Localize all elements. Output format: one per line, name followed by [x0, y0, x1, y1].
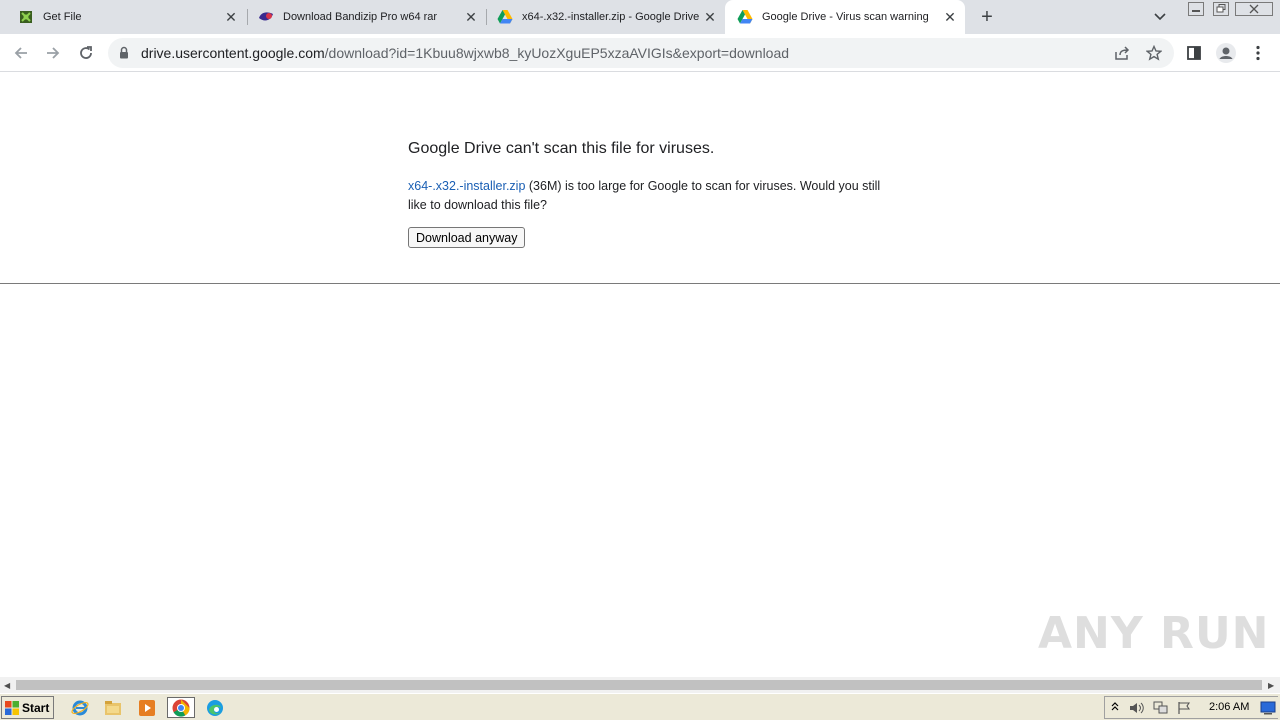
- address-bar[interactable]: drive.usercontent.google.com/download?id…: [108, 38, 1174, 68]
- tab-title: Get File: [43, 11, 82, 23]
- windows-logo-icon: [5, 700, 19, 715]
- share-icon[interactable]: [1113, 44, 1131, 62]
- tray-expand-icon[interactable]: [1111, 701, 1119, 713]
- download-anyway-button[interactable]: Download anyway: [408, 227, 526, 248]
- url-text[interactable]: drive.usercontent.google.com/download?id…: [141, 45, 789, 61]
- edge-icon[interactable]: [203, 697, 227, 718]
- clock[interactable]: 2:06 AM: [1209, 701, 1249, 713]
- horizontal-scrollbar[interactable]: ◀ ▶: [0, 677, 1280, 693]
- google-drive-icon: [737, 9, 753, 25]
- start-label: Start: [22, 700, 50, 715]
- browser-toolbar: drive.usercontent.google.com/download?id…: [0, 34, 1280, 72]
- network-icon[interactable]: [1153, 701, 1169, 715]
- file-explorer-icon[interactable]: [101, 697, 125, 718]
- scrollbar-thumb[interactable]: [16, 680, 1262, 690]
- tab-get-file[interactable]: Get File ✕: [0, 0, 246, 34]
- taskbar: Start 2:06 AM: [0, 693, 1280, 720]
- internet-explorer-icon[interactable]: [68, 697, 92, 718]
- side-panel-icon[interactable]: [1181, 40, 1207, 66]
- scroll-left-icon[interactable]: ◀: [4, 681, 10, 690]
- get-file-icon: [18, 9, 34, 25]
- profile-avatar-icon[interactable]: [1213, 40, 1239, 66]
- close-icon[interactable]: ✕: [222, 8, 240, 26]
- show-desktop-icon[interactable]: [1260, 701, 1276, 715]
- start-button[interactable]: Start: [1, 696, 54, 719]
- chrome-icon[interactable]: [167, 697, 195, 718]
- system-tray: 2:06 AM: [1104, 696, 1278, 719]
- maximize-button[interactable]: [1209, 0, 1233, 17]
- tab-strip: Get File ✕ Download Bandizip Pro w64 rar…: [0, 0, 1280, 34]
- close-icon[interactable]: ✕: [462, 8, 480, 26]
- tab-title: Google Drive - Virus scan warning: [762, 11, 929, 23]
- tab-bandizip[interactable]: Download Bandizip Pro w64 rar ✕: [240, 0, 486, 34]
- tab-title: x64-.x32.-installer.zip - Google Drive: [522, 11, 700, 23]
- anyrun-watermark: ANY RUN: [1038, 608, 1270, 659]
- close-window-button[interactable]: [1234, 0, 1274, 17]
- file-link[interactable]: x64-.x32.-installer.zip: [408, 179, 525, 193]
- page-content: Google Drive can't scan this file for vi…: [0, 73, 1280, 677]
- back-button[interactable]: [8, 40, 34, 66]
- scroll-right-icon[interactable]: ▶: [1268, 681, 1274, 690]
- bandizip-icon: [258, 9, 274, 25]
- divider: [0, 283, 1280, 284]
- reload-button[interactable]: [73, 40, 99, 66]
- forward-button[interactable]: [40, 40, 66, 66]
- tab-drive-file[interactable]: x64-.x32.-installer.zip - Google Drive ✕: [479, 0, 725, 34]
- menu-dots-icon[interactable]: [1245, 40, 1271, 66]
- tab-virus-scan-warning[interactable]: Google Drive - Virus scan warning ✕: [725, 0, 965, 34]
- lock-icon[interactable]: [119, 46, 129, 64]
- flag-icon[interactable]: [1177, 701, 1191, 715]
- tab-title: Download Bandizip Pro w64 rar: [283, 11, 438, 23]
- minimize-button[interactable]: [1184, 0, 1208, 17]
- page-title: Google Drive can't scan this file for vi…: [408, 140, 715, 157]
- close-icon[interactable]: ✕: [701, 8, 719, 26]
- close-icon[interactable]: ✕: [941, 8, 959, 26]
- media-player-icon[interactable]: [135, 697, 159, 718]
- bookmark-star-icon[interactable]: [1145, 44, 1163, 62]
- warning-message: x64-.x32.-installer.zip (36M) is too lar…: [408, 177, 888, 215]
- new-tab-button[interactable]: +: [975, 5, 999, 29]
- google-drive-icon: [497, 9, 513, 25]
- volume-icon[interactable]: [1129, 701, 1145, 715]
- chevron-down-icon[interactable]: [1150, 8, 1170, 26]
